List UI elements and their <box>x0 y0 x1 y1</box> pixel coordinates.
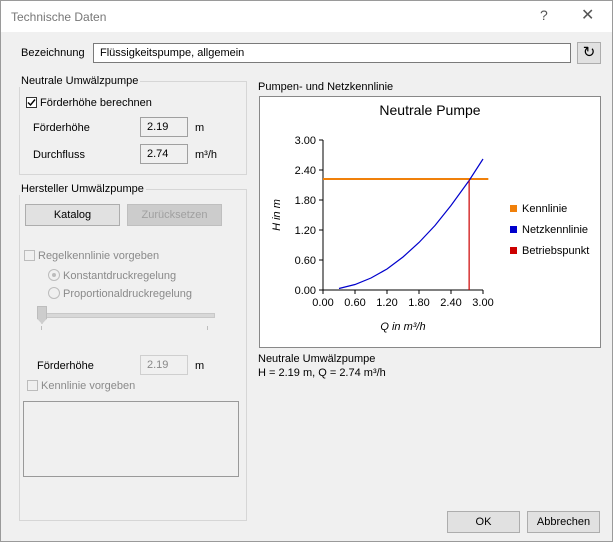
slider-tick-right <box>207 326 208 330</box>
result-summary: H = 2.19 m, Q = 2.74 m³/h <box>258 367 386 379</box>
check-icon <box>27 99 36 107</box>
regel-slider-track <box>37 313 215 318</box>
refresh-icon: ↻ <box>582 44 596 61</box>
y-tick-label: 0.60 <box>295 255 316 267</box>
x-axis-label: Q in m³/h <box>380 321 425 333</box>
close-button[interactable]: ✕ <box>581 5 594 25</box>
regel-label: Regelkennlinie vorgeben <box>38 250 160 262</box>
proportional-pressure-radio[interactable] <box>48 287 60 299</box>
cancel-button[interactable]: Abbrechen <box>527 511 600 533</box>
proportional-pressure-label: Proportionaldruckregelung <box>63 288 193 300</box>
dialog-window: Technische Daten ? ✕ Bezeichnung Flüssig… <box>0 0 613 542</box>
y-tick-label: 1.80 <box>295 195 316 207</box>
constant-pressure-label: Konstantdruckregelung <box>63 270 177 282</box>
x-tick-label: 1.20 <box>376 297 397 309</box>
head-field: 2.19 <box>140 117 188 137</box>
x-tick-label: 1.80 <box>408 297 429 309</box>
y-tick-label: 3.00 <box>295 135 316 147</box>
legend-swatch-3 <box>510 247 517 254</box>
x-tick-label: 2.40 <box>440 297 461 309</box>
catalog-button[interactable]: Katalog <box>25 204 120 226</box>
constant-pressure-radio[interactable] <box>48 269 60 281</box>
flow-label: Durchfluss <box>33 149 85 161</box>
neutral-pump-group-label: Neutrale Umwälzpumpe <box>19 75 141 87</box>
y-axis-label: H in m <box>271 199 283 231</box>
bezeichnung-input[interactable]: Flüssigkeitspumpe, allgemein <box>93 43 571 63</box>
manufacturer-head-field: 2.19 <box>140 355 188 375</box>
regel-checkbox[interactable] <box>24 250 35 261</box>
y-tick-label: 0.00 <box>295 285 316 297</box>
help-button[interactable]: ? <box>540 7 548 23</box>
y-tick-label: 1.20 <box>295 225 316 237</box>
chart-section-label: Pumpen- und Netzkennlinie <box>258 81 394 93</box>
x-tick-label: 3.00 <box>472 297 493 309</box>
x-tick-label: 0.60 <box>344 297 365 309</box>
legend-label-3: Betriebspunkt <box>522 245 589 257</box>
manufacturer-group-label: Hersteller Umwälzpumpe <box>19 183 146 195</box>
bezeichnung-label: Bezeichnung <box>21 47 85 59</box>
legend-swatch-2 <box>510 226 517 233</box>
head-label: Förderhöhe <box>33 122 90 134</box>
radio-selected-dot <box>52 273 56 277</box>
window-title: Technische Daten <box>11 10 107 24</box>
calc-head-checkbox[interactable] <box>26 97 37 108</box>
title-bar: Technische Daten ? ✕ <box>1 1 612 32</box>
reset-button[interactable]: Zurücksetzen <box>127 204 222 226</box>
x-tick-label: 0.00 <box>312 297 333 309</box>
pump-chart: Neutrale Pumpe 0.00 0.60 1.20 1.80 2.40 3.00 0… <box>271 102 589 333</box>
head-unit: m <box>195 122 205 134</box>
manufacturer-head-unit: m <box>195 360 205 372</box>
legend-swatch-1 <box>510 205 517 212</box>
manufacturer-head-label: Förderhöhe <box>37 360 94 372</box>
legend-label-1: Kennlinie <box>522 203 567 215</box>
refresh-button[interactable]: ↻ <box>577 42 601 64</box>
kennlinie-label: Kennlinie vorgeben <box>41 380 136 392</box>
calc-head-label: Förderhöhe berechnen <box>40 97 152 109</box>
result-title: Neutrale Umwälzpumpe <box>258 353 376 365</box>
kennlinie-checkbox[interactable] <box>27 380 38 391</box>
flow-field: 2.74 <box>140 144 188 164</box>
chart-panel: Neutrale Pumpe 0.00 0.60 1.20 1.80 2.40 3.00 0… <box>259 96 601 348</box>
slider-tick-left <box>41 326 42 330</box>
y-tick-label: 2.40 <box>295 165 316 177</box>
ok-button[interactable]: OK <box>447 511 520 533</box>
kennlinie-textarea[interactable] <box>23 401 239 477</box>
legend-label-2: Netzkennlinie <box>522 224 588 236</box>
flow-unit: m³/h <box>195 149 217 161</box>
chart-title: Neutrale Pumpe <box>379 102 480 118</box>
